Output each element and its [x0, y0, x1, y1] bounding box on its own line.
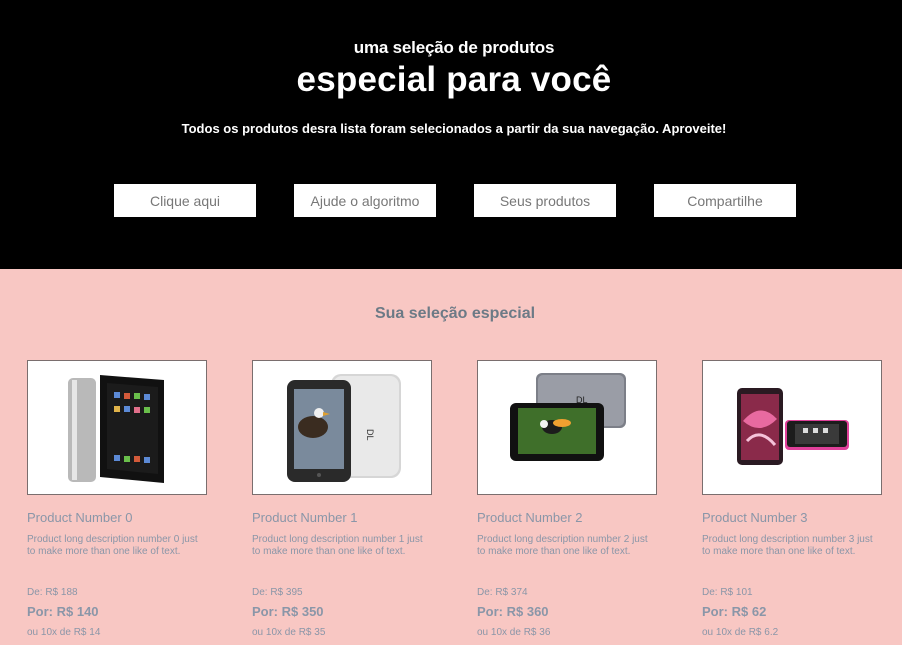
product-installments: ou 10x de R$ 6.2 [702, 627, 779, 638]
product-description: Product long description number 3 just t… [702, 534, 873, 557]
product-card-0[interactable]: Product Number 0 Product long descriptio… [27, 360, 207, 638]
product-description: Product long description number 0 just t… [27, 534, 198, 557]
product-sale-price: Por: R$ 140 [27, 604, 99, 619]
product-description: Product long description number 2 just t… [477, 534, 648, 557]
product-original-price: De: R$ 188 [27, 587, 78, 598]
product-image-1[interactable]: DL [252, 360, 432, 495]
product-installments: ou 10x de R$ 14 [27, 627, 101, 638]
product-image-2[interactable]: DL [477, 360, 657, 495]
product-original-price: De: R$ 374 [477, 587, 528, 598]
product-name[interactable]: Product Number 0 [27, 510, 247, 525]
share-button[interactable]: Compartilhe [654, 184, 796, 217]
product-name[interactable]: Product Number 1 [252, 510, 472, 525]
product-original-price: De: R$ 395 [252, 587, 303, 598]
section-title: Sua seleção especial [374, 305, 536, 322]
your-products-button[interactable]: Seus produtos [474, 184, 616, 217]
product-sale-price: Por: R$ 350 [252, 604, 324, 619]
product-original-price: De: R$ 101 [702, 587, 753, 598]
click-here-button[interactable]: Clique aqui [114, 184, 256, 217]
hero-subtitle: uma seleção de produtos [353, 38, 555, 57]
product-card-1[interactable]: DL Product Number 1 Product long descrip… [252, 360, 432, 638]
product-name[interactable]: Product Number 3 [702, 510, 902, 525]
product-sale-price: Por: R$ 62 [702, 604, 767, 619]
svg-text:DL: DL [365, 429, 375, 441]
hero-description: Todos os produtos desra lista foram sele… [181, 121, 727, 136]
hero-title: especial para você [296, 60, 612, 99]
product-name[interactable]: Product Number 2 [477, 510, 697, 525]
product-image-3[interactable] [702, 360, 882, 495]
help-algorithm-button[interactable]: Ajude o algoritmo [294, 184, 436, 217]
hero-banner: uma seleção de produtos especial para vo… [0, 0, 902, 269]
product-sale-price: Por: R$ 360 [477, 604, 549, 619]
product-card-3[interactable]: Product Number 3 Product long descriptio… [702, 360, 882, 638]
product-card-2[interactable]: DL Product Number 2 Product long descrip… [477, 360, 657, 638]
product-description: Product long description number 1 just t… [252, 534, 423, 557]
product-installments: ou 10x de R$ 36 [477, 627, 551, 638]
product-installments: ou 10x de R$ 35 [252, 627, 326, 638]
product-image-0[interactable] [27, 360, 207, 495]
